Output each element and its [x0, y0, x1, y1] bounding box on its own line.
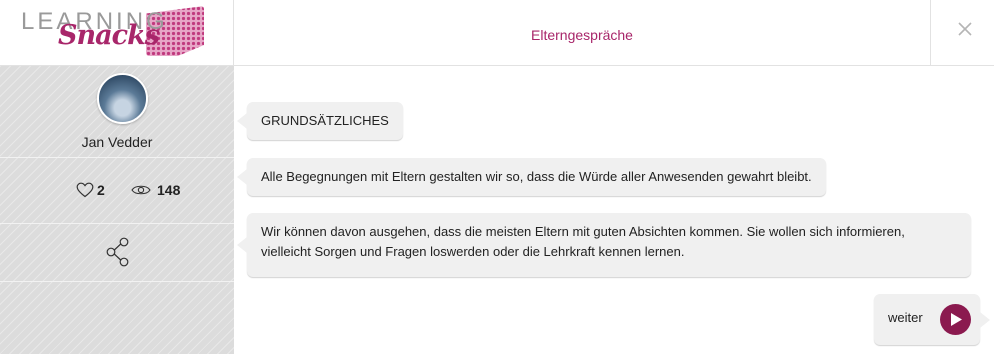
avatar[interactable]	[97, 73, 148, 124]
page-title: Elterngespräche	[531, 27, 633, 43]
close-button[interactable]	[930, 0, 994, 66]
stats-panel: 2 148	[0, 158, 234, 224]
like-count: 2	[97, 182, 105, 198]
view-counter: 148	[131, 182, 180, 198]
close-icon	[958, 22, 972, 36]
share-icon	[106, 237, 129, 267]
share-button[interactable]	[0, 224, 234, 282]
play-icon	[951, 313, 962, 326]
logo-snacks-text: Snacks	[58, 20, 160, 51]
author-panel: Jan Vedder	[0, 66, 234, 158]
sidebar: Jan Vedder 2 148	[0, 66, 234, 354]
header: LEARNING Snacks Elterngespräche	[0, 0, 994, 66]
like-button[interactable]: 2	[76, 182, 105, 198]
logo[interactable]: LEARNING Snacks	[0, 0, 234, 66]
chat-message: Wir können davon ausgehen, dass die meis…	[237, 213, 971, 277]
eye-icon	[131, 185, 151, 195]
author-name[interactable]: Jan Vedder	[0, 134, 234, 150]
next-button-label: weiter	[888, 310, 923, 325]
chat-message: Alle Begegnungen mit Eltern gestalten wi…	[237, 158, 826, 196]
heart-icon	[76, 182, 94, 198]
chat-message-heading: GRUNDSÄTZLICHES	[237, 102, 403, 140]
view-count: 148	[157, 182, 181, 198]
next-button[interactable]: weiter	[874, 294, 990, 345]
play-circle	[940, 304, 971, 335]
